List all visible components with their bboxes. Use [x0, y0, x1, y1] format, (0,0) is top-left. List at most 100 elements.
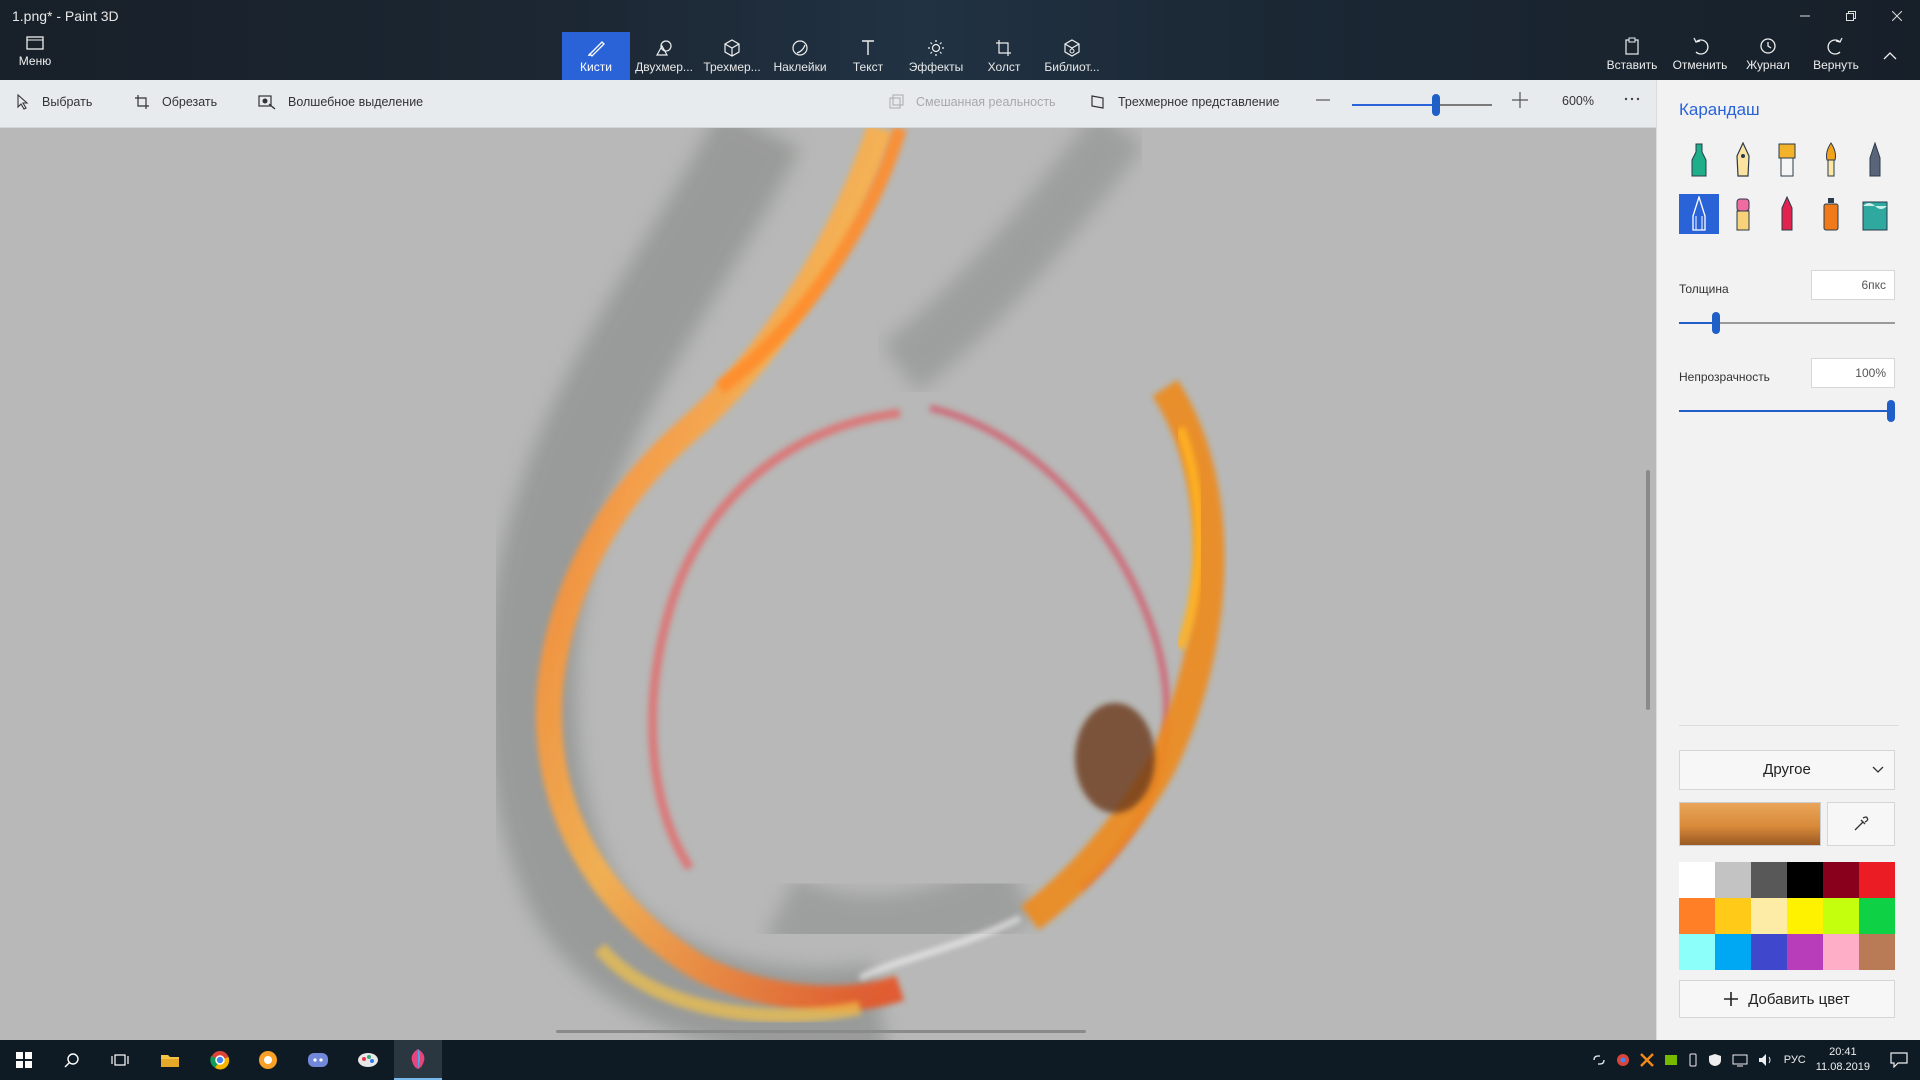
brush-panel: Карандаш Толщина 6пкс Непрозрачность 100…	[1656, 80, 1920, 1040]
thickness-slider-thumb[interactable]	[1712, 312, 1720, 334]
browser-icon	[259, 1051, 277, 1069]
task-view-button[interactable]	[96, 1040, 144, 1080]
brush-pencil[interactable]	[1679, 194, 1719, 234]
notification-icon[interactable]	[1890, 1052, 1908, 1068]
add-color-button[interactable]: Добавить цвет	[1679, 980, 1895, 1018]
magic-select-button[interactable]: Волшебное выделение	[258, 94, 423, 110]
link-icon[interactable]	[1592, 1053, 1606, 1067]
palette-swatch[interactable]	[1787, 934, 1823, 970]
palette-swatch[interactable]	[1679, 934, 1715, 970]
tab-2d-shapes[interactable]: Двухмер...	[630, 32, 698, 80]
palette-swatch[interactable]	[1823, 898, 1859, 934]
opacity-slider[interactable]	[1679, 400, 1895, 422]
tab-text[interactable]: Текст	[834, 32, 902, 80]
zoom-slider-thumb[interactable]	[1432, 94, 1440, 116]
brush-eraser[interactable]	[1723, 194, 1763, 234]
taskbar-paint3d[interactable]	[394, 1040, 442, 1080]
palette-swatch[interactable]	[1859, 934, 1895, 970]
mixed-reality-icon	[889, 94, 904, 109]
palette-swatch[interactable]	[1859, 862, 1895, 898]
brush-spraycan[interactable]	[1811, 194, 1851, 234]
watercolor-icon	[1826, 142, 1836, 177]
thickness-input[interactable]: 6пкс	[1811, 270, 1895, 300]
paste-button[interactable]: Вставить	[1598, 36, 1666, 76]
palette-swatch[interactable]	[1823, 934, 1859, 970]
history-label: Журнал	[1746, 58, 1790, 72]
brush-watercolor[interactable]	[1811, 140, 1851, 180]
mixed-reality-button[interactable]: Смешанная реальность	[888, 94, 1056, 110]
history-icon	[1760, 38, 1776, 54]
color-mode-dropdown[interactable]: Другое	[1679, 750, 1895, 790]
start-button[interactable]	[0, 1040, 48, 1080]
brush-oil[interactable]	[1767, 140, 1807, 180]
taskbar-discord[interactable]	[294, 1040, 342, 1080]
opacity-slider-thumb[interactable]	[1887, 400, 1895, 422]
volume-icon[interactable]	[1758, 1053, 1774, 1067]
brush-marker[interactable]	[1679, 140, 1719, 180]
taskbar-chrome[interactable]	[196, 1040, 244, 1080]
brush-calligraphy-pen[interactable]	[1723, 140, 1763, 180]
palette-swatch[interactable]	[1859, 898, 1895, 934]
palette-swatch[interactable]	[1751, 934, 1787, 970]
collapse-toolbar-button[interactable]	[1870, 36, 1910, 76]
zoom-level: 600%	[1562, 94, 1594, 108]
palette-swatch[interactable]	[1715, 898, 1751, 934]
tab-brushes[interactable]: Кисти	[562, 32, 630, 80]
taskbar-app[interactable]	[344, 1040, 392, 1080]
taskbar-file-explorer[interactable]	[146, 1040, 194, 1080]
palette-swatch[interactable]	[1787, 898, 1823, 934]
vertical-scrollbar[interactable]	[1646, 470, 1650, 710]
horizontal-scrollbar[interactable]	[556, 1030, 1086, 1033]
opacity-input[interactable]: 100%	[1811, 358, 1895, 388]
zoom-slider[interactable]	[1352, 94, 1492, 116]
chevron-up-icon	[1883, 52, 1897, 60]
brush-icon	[588, 41, 605, 57]
palette-swatch[interactable]	[1787, 862, 1823, 898]
tray-app-icon[interactable]	[1639, 1053, 1654, 1067]
palette-swatch[interactable]	[1751, 898, 1787, 934]
tab-3d-shapes[interactable]: Трехмер...	[698, 32, 766, 80]
thickness-slider[interactable]	[1679, 312, 1895, 334]
minimize-button[interactable]	[1782, 0, 1828, 32]
menu-button[interactable]: Меню	[10, 36, 60, 76]
tab-stickers[interactable]: Наклейки	[766, 32, 834, 80]
more-options-button[interactable]	[1624, 90, 1640, 106]
zoom-in-button[interactable]	[1512, 92, 1528, 108]
tab-canvas[interactable]: Холст	[970, 32, 1038, 80]
history-button[interactable]: Журнал	[1734, 36, 1802, 76]
select-button[interactable]: Выбрать	[16, 94, 92, 110]
restore-button[interactable]	[1828, 0, 1874, 32]
undo-button[interactable]: Отменить	[1666, 36, 1734, 76]
security-icon[interactable]	[1708, 1053, 1722, 1067]
palette-swatch[interactable]	[1679, 862, 1715, 898]
zoom-out-button[interactable]	[1316, 92, 1330, 108]
search-icon	[64, 1053, 79, 1068]
nvidia-icon[interactable]	[1664, 1053, 1678, 1067]
palette-swatch[interactable]	[1715, 934, 1751, 970]
close-button[interactable]	[1874, 0, 1920, 32]
palette-swatch[interactable]	[1715, 862, 1751, 898]
taskbar-browser[interactable]	[244, 1040, 292, 1080]
palette-swatch[interactable]	[1823, 862, 1859, 898]
2d-shapes-icon	[655, 40, 672, 56]
current-color-swatch[interactable]	[1679, 802, 1821, 846]
tab-library[interactable]: Библиот...	[1038, 32, 1106, 80]
chrome-tray-icon[interactable]	[1616, 1053, 1630, 1067]
language-indicator[interactable]: РУС	[1784, 1054, 1806, 1066]
clock[interactable]: 20:41 11.08.2019	[1816, 1045, 1870, 1075]
drawing-canvas[interactable]	[0, 128, 1656, 1040]
crop-button[interactable]: Обрезать	[134, 94, 217, 110]
usb-icon[interactable]	[1688, 1053, 1698, 1067]
brush-crayon[interactable]	[1767, 194, 1807, 234]
tab-effects[interactable]: Эффекты	[902, 32, 970, 80]
palette-swatch[interactable]	[1679, 898, 1715, 934]
search-button[interactable]	[48, 1040, 96, 1080]
eyedropper-button[interactable]	[1827, 802, 1895, 846]
3d-view-button[interactable]: Трехмерное представление	[1090, 94, 1280, 110]
redo-button[interactable]: Вернуть	[1802, 36, 1870, 76]
network-icon[interactable]	[1732, 1053, 1748, 1067]
palette-swatch[interactable]	[1751, 862, 1787, 898]
brush-pixel-pen[interactable]	[1855, 140, 1895, 180]
brush-fill[interactable]	[1855, 194, 1895, 234]
minimize-icon	[1800, 15, 1810, 17]
